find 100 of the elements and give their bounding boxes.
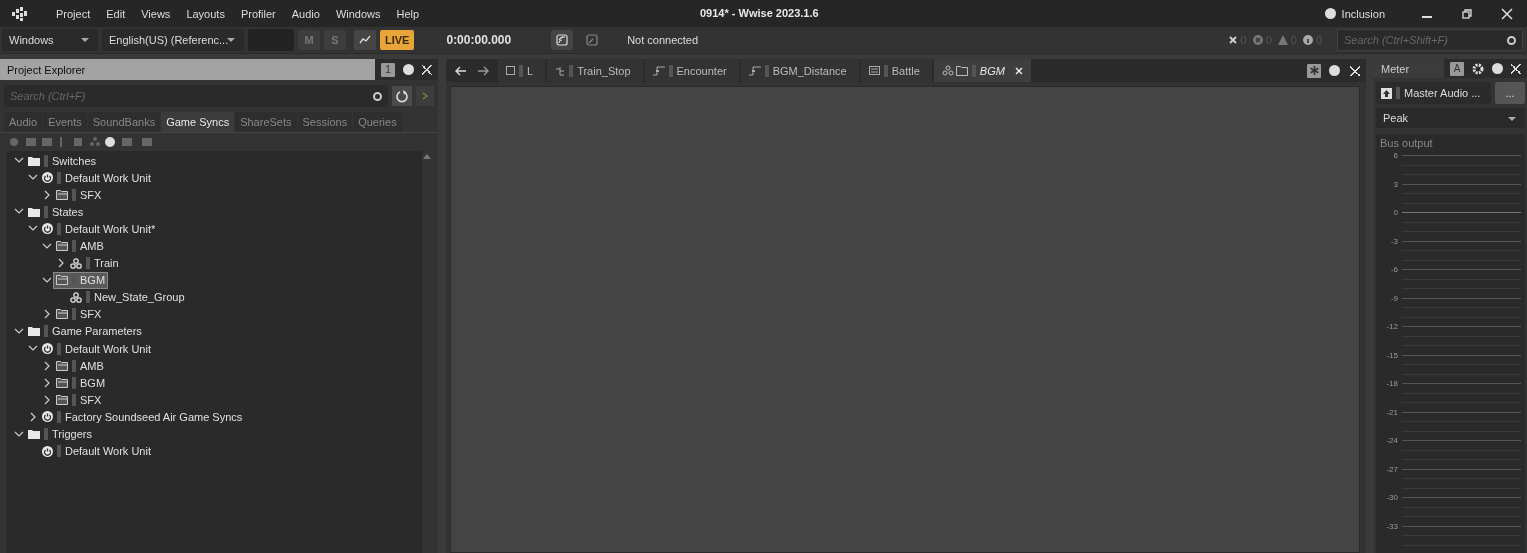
refresh-icon[interactable] (392, 86, 412, 106)
power-icon (42, 343, 53, 355)
asterisk-icon[interactable] (1307, 63, 1321, 78)
list-icon (868, 66, 880, 75)
menu-item[interactable]: Edit (98, 7, 134, 20)
chevron-down-icon[interactable] (12, 328, 26, 335)
pin-badge[interactable]: A (1450, 61, 1464, 76)
tree-item[interactable]: Factory Soundseed Air Game Syncs (40, 409, 245, 425)
trend-icon[interactable] (354, 30, 376, 50)
tab[interactable]: SoundBanks (87, 112, 161, 132)
tree-item[interactable]: BGM (54, 375, 108, 391)
layout-button[interactable]: Inclusion (1324, 7, 1385, 20)
circles-icon (70, 291, 82, 303)
tree-item[interactable]: Game Parameters (26, 324, 144, 339)
menu-item[interactable]: Audio (283, 7, 328, 20)
bus-icon (1381, 87, 1392, 99)
tab[interactable]: Events (43, 112, 87, 132)
chevron-down-icon[interactable] (40, 242, 54, 250)
pin-badge[interactable]: 1 (381, 62, 395, 77)
menu-item[interactable]: Help (388, 7, 428, 20)
menu-item[interactable]: Profiler (232, 7, 284, 20)
folder-icon (56, 189, 68, 200)
close-icon[interactable] (1511, 63, 1521, 74)
tab[interactable]: Queries (353, 112, 402, 132)
circles-icon (70, 257, 82, 269)
scale-label: -18 (1385, 379, 1399, 389)
close-icon[interactable] (1014, 66, 1023, 75)
tab[interactable]: ShareSets (235, 112, 297, 132)
editor-tab[interactable]: Battle (860, 59, 932, 82)
scale-label: -21 (1385, 407, 1399, 417)
tab[interactable]: Audio (4, 112, 43, 132)
tree-item[interactable]: New_State_Group (68, 289, 187, 305)
tree-item[interactable]: Switches (26, 153, 99, 169)
error-icon[interactable] (1252, 35, 1263, 45)
scale-label: -15 (1385, 350, 1399, 360)
tree-item[interactable]: SFX (54, 187, 104, 203)
folder-icon (941, 65, 968, 76)
chevron-down-icon[interactable] (40, 276, 54, 284)
curve-icon (652, 65, 665, 76)
power-icon (42, 411, 53, 423)
app-logo-icon (12, 6, 28, 21)
search-field[interactable]: Search (Ctrl+F) (4, 85, 367, 107)
warning-icon[interactable] (1277, 35, 1288, 45)
settings-icon[interactable] (1472, 62, 1484, 75)
scale-label: -24 (1385, 436, 1399, 446)
chevron-down-icon[interactable] (12, 208, 26, 216)
tree-item[interactable]: SFX (54, 392, 104, 408)
menu-item[interactable]: Views (133, 7, 179, 20)
tree-item[interactable]: States (26, 204, 86, 220)
chevron-down-icon[interactable] (12, 157, 26, 165)
menu-item[interactable]: Windows (327, 7, 389, 20)
editor-tab[interactable]: Encounter (644, 59, 739, 82)
chevron-down-icon[interactable] (12, 430, 26, 438)
info-icon[interactable] (1302, 35, 1313, 45)
scale-label: -6 (1389, 265, 1399, 275)
folder-icon (28, 155, 40, 166)
close-icon[interactable] (1350, 65, 1360, 76)
tab[interactable]: Game Syncs (161, 112, 235, 132)
panel-title: Meter (1374, 59, 1444, 79)
scale-label: -30 (1385, 493, 1399, 503)
connect-icon[interactable] (551, 30, 574, 50)
editor-tab[interactable]: BGM (933, 59, 1031, 82)
scale-label: -9 (1389, 293, 1399, 303)
tab[interactable]: Sessions (297, 112, 353, 132)
time-display: 0:00:00.000 (446, 33, 512, 47)
language-dropdown[interactable]: English(US) (Referenc... (102, 29, 244, 51)
editor-tab[interactable]: L (498, 59, 546, 82)
live-button[interactable]: LIVE (380, 30, 415, 50)
platform-dropdown[interactable]: Windows (2, 29, 98, 51)
menu-item[interactable]: Layouts (178, 7, 233, 20)
connection-status: Not connected (627, 34, 699, 46)
folder-icon (28, 326, 40, 337)
bus-selector[interactable]: Master Audio ... (1376, 82, 1491, 105)
menu-item[interactable]: Project (48, 7, 99, 20)
chevron-down-icon[interactable] (26, 345, 40, 353)
editor-tab[interactable]: BGM_Distance (740, 59, 859, 82)
folder-icon (56, 360, 68, 371)
power-icon (42, 223, 53, 235)
folder-icon (56, 309, 68, 320)
error-filter-icon[interactable] (1227, 35, 1238, 45)
mode-dropdown[interactable]: Peak (1376, 108, 1525, 128)
chevron-down-icon[interactable] (26, 174, 40, 182)
search-icon[interactable] (367, 85, 388, 107)
tree-item[interactable]: Default Work Unit* (40, 221, 158, 237)
tree-item[interactable]: Triggers (26, 426, 94, 442)
more-button[interactable]: ... (1495, 82, 1525, 105)
tree-item[interactable]: Default Work Unit (40, 443, 153, 459)
window-title: 0914* - Wwise 2023.1.6 (700, 7, 819, 19)
tree-item[interactable]: BGM (54, 272, 108, 288)
tree-item[interactable]: AMB (54, 238, 106, 254)
editor-tab[interactable]: Train_Stop (547, 59, 643, 82)
tree-item[interactable]: Train (68, 255, 121, 271)
tree-item[interactable]: Default Work Unit (40, 170, 153, 186)
chevron-down-icon[interactable] (26, 225, 40, 233)
folder-icon (28, 429, 40, 440)
close-icon[interactable] (422, 64, 432, 75)
tree-item[interactable]: SFX (54, 306, 104, 322)
tree-item[interactable]: AMB (54, 358, 106, 374)
scale-label: 3 (1392, 179, 1399, 189)
tree-item[interactable]: Default Work Unit (40, 341, 153, 357)
